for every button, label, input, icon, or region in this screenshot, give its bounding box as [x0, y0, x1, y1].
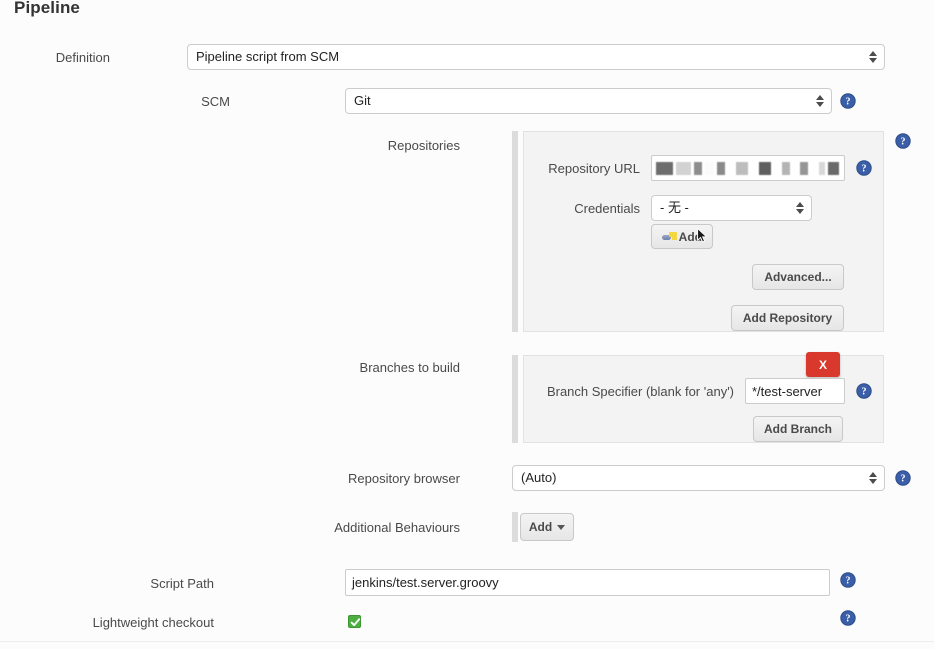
branches-to-build-label: Branches to build [300, 360, 460, 376]
credentials-select[interactable]: - 无 - [651, 195, 812, 221]
lightweight-checkout-help-icon[interactable]: ? [840, 610, 856, 626]
repositories-label: Repositories [300, 138, 460, 154]
script-path-value: jenkins/test.server.groovy [352, 575, 499, 590]
script-path-label: Script Path [90, 576, 214, 592]
add-repository-button-label: Add Repository [743, 312, 832, 324]
credentials-select-value: - 无 - [660, 200, 689, 215]
definition-select[interactable]: Pipeline script from SCM [187, 44, 885, 70]
svg-text:?: ? [846, 576, 851, 587]
delete-branch-button[interactable]: X [806, 352, 840, 377]
chevron-updown-icon [796, 201, 805, 215]
repository-url-input[interactable] [651, 155, 845, 181]
bottom-divider [0, 641, 934, 642]
repository-url-label: Repository URL [470, 161, 640, 177]
lightweight-checkout-checkbox[interactable] [348, 615, 361, 628]
key-icon [662, 232, 674, 242]
svg-text:?: ? [901, 137, 906, 148]
lightweight-checkout-label: Lightweight checkout [55, 615, 214, 631]
additional-behaviours-add-button[interactable]: Add [520, 513, 574, 541]
svg-text:?: ? [862, 164, 867, 175]
advanced-button-label: Advanced... [764, 271, 831, 283]
branch-specifier-help-icon[interactable]: ? [856, 383, 872, 399]
definition-select-value: Pipeline script from SCM [196, 49, 339, 64]
add-credentials-button-label: Add [679, 231, 702, 243]
repository-browser-label: Repository browser [300, 471, 460, 487]
delete-branch-button-label: X [819, 358, 827, 372]
scm-select[interactable]: Git [345, 88, 832, 114]
branch-specifier-label: Branch Specifier (blank for 'any') [404, 384, 734, 400]
repository-browser-select-value: (Auto) [521, 470, 556, 485]
chevron-updown-icon [869, 471, 878, 485]
repository-browser-help-icon[interactable]: ? [895, 470, 911, 486]
svg-text:?: ? [846, 614, 851, 625]
branch-specifier-input[interactable]: */test-server [745, 378, 845, 404]
add-credentials-button[interactable]: Add [651, 224, 713, 249]
advanced-button[interactable]: Advanced... [752, 264, 844, 290]
svg-text:?: ? [846, 97, 851, 108]
repository-url-help-icon[interactable]: ? [856, 160, 872, 176]
add-branch-button-label: Add Branch [764, 423, 832, 435]
credentials-label: Credentials [480, 201, 640, 217]
scm-label: SCM [130, 94, 230, 110]
script-path-help-icon[interactable]: ? [840, 572, 856, 588]
check-icon [350, 617, 361, 628]
page-title: Pipeline [14, 0, 80, 18]
scm-select-value: Git [354, 93, 371, 108]
scm-help-icon[interactable]: ? [840, 93, 856, 109]
script-path-input[interactable]: jenkins/test.server.groovy [345, 569, 830, 596]
svg-text:?: ? [901, 474, 906, 485]
chevron-updown-icon [869, 50, 878, 64]
chevron-updown-icon [816, 94, 825, 108]
additional-behaviours-label: Additional Behaviours [300, 520, 460, 536]
pipeline-config-page: Pipeline Definition Pipeline script from… [0, 0, 934, 649]
svg-text:?: ? [862, 387, 867, 398]
definition-label: Definition [0, 50, 110, 66]
repository-url-redacted-value [656, 160, 842, 176]
add-repository-button[interactable]: Add Repository [731, 305, 844, 331]
add-branch-button[interactable]: Add Branch [753, 416, 843, 442]
branch-specifier-value: */test-server [752, 384, 822, 399]
repositories-help-icon[interactable]: ? [895, 133, 911, 149]
repository-browser-select[interactable]: (Auto) [512, 465, 885, 491]
additional-behaviours-add-button-label: Add [529, 521, 552, 533]
additional-behaviours-handle[interactable] [512, 512, 518, 542]
chevron-down-icon [557, 525, 565, 530]
